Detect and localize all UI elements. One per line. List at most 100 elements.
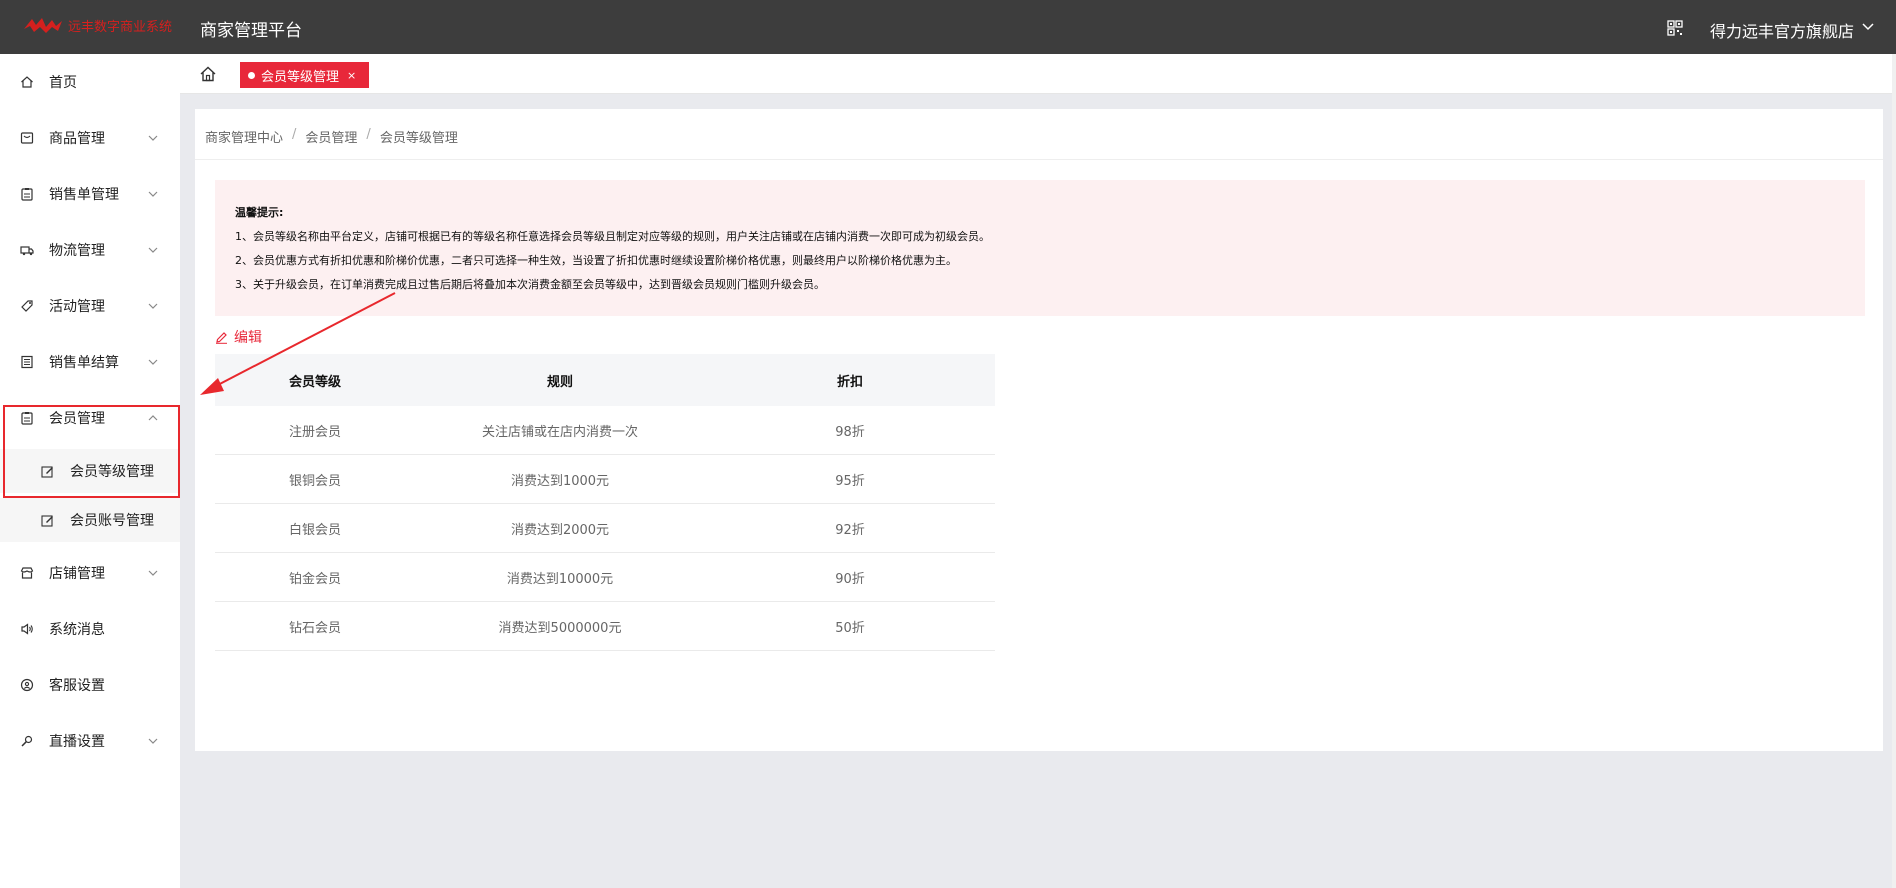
table-row: 注册会员 关注店铺或在店内消费一次 98折	[215, 406, 995, 455]
sidebar-item-label: 店铺管理	[49, 566, 105, 582]
member-icon	[21, 412, 33, 425]
top-bar: 远丰数字商业系统 商家管理平台 得力远丰官方旗舰店	[0, 0, 1896, 54]
sidebar-item-customer-service[interactable]: 客服设置	[0, 663, 180, 707]
tab-strip: 会员等级管理 ×	[180, 54, 1896, 94]
breadcrumb-separator: /	[292, 127, 297, 142]
chevron-up-icon	[148, 415, 158, 421]
chevron-down-icon	[148, 738, 158, 744]
breadcrumb-item[interactable]: 会员管理	[305, 127, 357, 146]
sidebar-item-logistics[interactable]: 物流管理	[0, 228, 180, 272]
table-row: 铂金会员 消费达到10000元 90折	[215, 553, 995, 602]
sidebar-subitem-label: 会员账号管理	[70, 513, 154, 529]
shop-name-menu[interactable]: 得力远丰官方旗舰店	[1710, 18, 1854, 42]
home-icon	[21, 76, 33, 88]
notice-box: 温馨提示: 1、会员等级名称由平台定义，店铺可根据已有的等级名称任意选择会员等级…	[215, 180, 1865, 316]
edit-button[interactable]: 编辑	[215, 327, 262, 347]
column-header: 折扣	[836, 374, 863, 390]
breadcrumb: 商家管理中心 / 会员管理 / 会员等级管理	[205, 127, 458, 146]
tag-icon	[21, 300, 33, 312]
column-header: 规则	[546, 374, 573, 390]
cell-discount: 92折	[835, 522, 865, 538]
mic-icon	[21, 735, 33, 747]
truck-icon	[20, 246, 34, 256]
chevron-down-icon[interactable]	[1862, 22, 1874, 32]
sidebar-item-products[interactable]: 商品管理	[0, 116, 180, 160]
edit-icon	[41, 514, 53, 527]
cell-rule: 消费达到2000元	[510, 522, 610, 538]
chevron-down-icon	[148, 359, 158, 365]
sidebar-item-label: 销售单结算	[49, 355, 119, 371]
sidebar-item-messages[interactable]: 系统消息	[0, 607, 180, 651]
cell-level: 白银会员	[288, 522, 341, 538]
tab-label: 会员等级管理	[261, 69, 340, 85]
active-dot-icon	[248, 71, 255, 79]
cell-rule: 关注店铺或在店内消费一次	[481, 424, 638, 440]
table-row: 银铜会员 消费达到1000元 95折	[215, 455, 995, 504]
sidebar-item-label: 直播设置	[49, 734, 105, 750]
scrollbar[interactable]	[1892, 54, 1896, 888]
table-row: 钻石会员 消费达到5000000元 50折	[215, 602, 995, 651]
breadcrumb-item-current: 会员等级管理	[379, 131, 458, 146]
notice-line: 2、会员优惠方式有折扣优惠和阶梯价优惠，二者只可选择一种生效，当设置了折扣优惠时…	[235, 254, 957, 267]
sidebar-item-store[interactable]: 店铺管理	[0, 551, 180, 595]
chevron-down-icon	[148, 570, 158, 576]
chevron-down-icon	[148, 135, 158, 141]
sidebar-item-settlement[interactable]: 销售单结算	[0, 340, 180, 384]
speaker-icon	[21, 623, 33, 635]
cell-discount: 90折	[835, 571, 865, 587]
sidebar-item-activities[interactable]: 活动管理	[0, 284, 180, 328]
box-icon	[20, 132, 34, 144]
home-tab-icon[interactable]	[198, 64, 218, 84]
sidebar-item-label: 活动管理	[49, 299, 105, 315]
sidebar-item-label: 会员管理	[49, 411, 105, 427]
sidebar-item-label: 商品管理	[49, 131, 105, 147]
sidebar-subitem-member-levels[interactable]: 会员等级管理	[0, 449, 180, 493]
cell-rule: 消费达到5000000元	[498, 620, 622, 636]
logo[interactable]: 远丰数字商业系统	[22, 14, 182, 36]
edit-icon	[41, 465, 53, 478]
sidebar-item-home[interactable]: 首页	[0, 60, 180, 104]
sidebar-item-live[interactable]: 直播设置	[0, 719, 180, 763]
cell-rule: 消费达到1000元	[510, 473, 610, 489]
breadcrumb-item[interactable]: 商家管理中心	[205, 127, 283, 146]
member-level-table: 会员等级 规则 折扣 注册会员 关注店铺或在店内消费一次 98折 银铜会员 消费…	[215, 354, 995, 651]
cell-rule: 消费达到10000元	[506, 571, 614, 587]
table-header: 会员等级 规则 折扣	[215, 354, 995, 406]
notice-line: 3、关于升级会员，在订单消费完成且过售后期后将叠加本次消费金额至会员等级中，达到…	[235, 278, 825, 291]
cell-level: 铂金会员	[288, 571, 341, 587]
service-icon	[20, 678, 34, 692]
tab-close-icon[interactable]: ×	[347, 69, 356, 82]
tab-member-levels[interactable]: 会员等级管理 ×	[240, 62, 369, 88]
divider	[195, 159, 1883, 160]
ledger-icon	[21, 355, 33, 369]
sidebar-item-label: 首页	[49, 75, 77, 91]
cell-discount: 95折	[835, 473, 865, 489]
chevron-down-icon	[148, 247, 158, 253]
sidebar-item-label: 物流管理	[49, 243, 105, 259]
clipboard-icon	[21, 188, 33, 201]
cell-discount: 50折	[835, 620, 865, 636]
sidebar-item-label: 系统消息	[49, 622, 105, 638]
chevron-down-icon	[148, 303, 158, 309]
cell-level: 银铜会员	[288, 473, 341, 489]
platform-title: 商家管理平台	[200, 21, 302, 41]
notice-title: 温馨提示:	[235, 206, 284, 219]
notice-line: 1、会员等级名称由平台定义，店铺可根据已有的等级名称任意选择会员等级且制定对应等…	[235, 230, 990, 243]
sidebar-subitem-member-accounts[interactable]: 会员账号管理	[0, 498, 180, 542]
main-card: 商家管理中心 / 会员管理 / 会员等级管理 温馨提示: 1、会员等级名称由平台…	[195, 109, 1883, 751]
chevron-down-icon	[148, 191, 158, 197]
table-row: 白银会员 消费达到2000元 92折	[215, 504, 995, 553]
qr-code-icon[interactable]	[1667, 20, 1683, 36]
store-icon	[20, 567, 34, 579]
logo-mark-icon	[24, 18, 62, 33]
logo-text: 远丰数字商业系统	[68, 19, 173, 35]
breadcrumb-separator: /	[366, 127, 371, 142]
column-header: 会员等级	[288, 374, 341, 390]
sidebar-subitem-label: 会员等级管理	[70, 464, 154, 480]
sidebar-item-label: 客服设置	[49, 678, 105, 694]
cell-discount: 98折	[835, 424, 865, 440]
pencil-icon	[216, 331, 227, 344]
sidebar-item-sales-orders[interactable]: 销售单管理	[0, 172, 180, 216]
sidebar-item-members[interactable]: 会员管理	[0, 396, 180, 440]
sidebar: 首页 商品管理 销售单管理 物流管理 活动管理 销售单结算 会员管理 会员等级管…	[0, 54, 180, 888]
